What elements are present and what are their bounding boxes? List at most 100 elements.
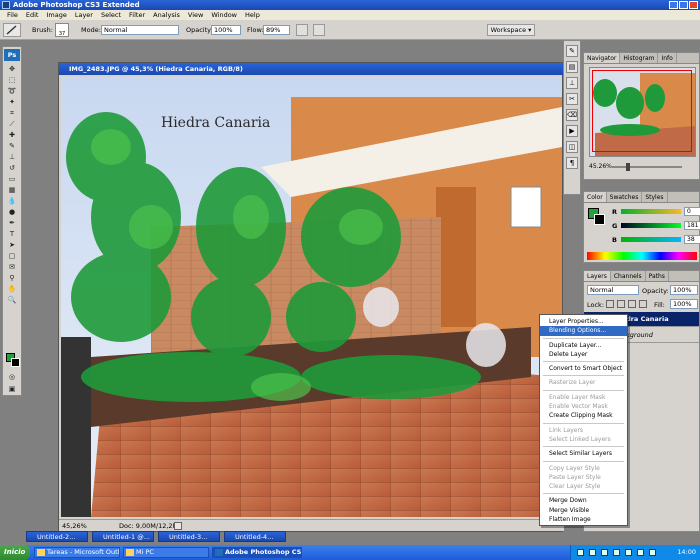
menu-item-flatten-image[interactable]: Flatten Image — [540, 515, 627, 524]
marquee-tool-icon[interactable]: ⬚ — [5, 75, 19, 85]
navigator-view-box[interactable] — [592, 70, 692, 152]
channel-r-slider[interactable] — [621, 209, 681, 214]
lock-position-icon[interactable] — [628, 300, 636, 308]
channel-b-slider[interactable] — [621, 237, 681, 242]
tab-histogram[interactable]: Histogram — [620, 53, 659, 63]
brushes-panel-icon[interactable]: ✎ — [566, 45, 578, 57]
menu-item-merge-down[interactable]: Merge Down — [540, 496, 627, 505]
document-title-bar[interactable]: IMG_2483.JPG @ 45,3% (Hiedra Canaria, RG… — [59, 63, 564, 75]
airbrush-icon[interactable] — [296, 24, 308, 36]
tray-icon-6[interactable] — [637, 549, 644, 556]
opacity-input[interactable]: 100% — [211, 25, 241, 35]
tab-paths[interactable]: Paths — [646, 271, 669, 281]
taskbar-button-outlook[interactable]: Tareas - Microsoft Outlook — [34, 547, 120, 558]
menu-help[interactable]: Help — [241, 11, 264, 19]
tray-icon-1[interactable] — [577, 549, 584, 556]
magic-wand-tool-icon[interactable]: ✦ — [5, 97, 19, 107]
navigator-zoom-slider[interactable] — [612, 163, 682, 171]
slice-tool-icon[interactable]: ⟋ — [5, 119, 19, 129]
tab-navigator[interactable]: Navigator — [584, 53, 621, 63]
menu-file[interactable]: File — [3, 11, 22, 19]
zoom-tool-icon[interactable]: 🔍 — [5, 295, 19, 305]
lasso-tool-icon[interactable]: ➰ — [5, 86, 19, 96]
menu-item-delete-layer[interactable]: Delete Layer — [540, 350, 627, 359]
color-spectrum-bar[interactable] — [587, 252, 697, 260]
menu-item-layer-properties[interactable]: Layer Properties... — [540, 317, 627, 326]
dodge-tool-icon[interactable]: ● — [5, 207, 19, 217]
taskbar-button-photoshop[interactable]: Adobe Photoshop CS3... — [212, 547, 302, 558]
paragraph-panel-icon[interactable]: ¶ — [566, 157, 578, 169]
image-canvas[interactable]: Hiedra Canaria — [61, 77, 562, 517]
menu-window[interactable]: Window — [207, 11, 241, 19]
notes-tool-icon[interactable]: ✉ — [5, 262, 19, 272]
fill-input[interactable]: 100% — [670, 299, 698, 309]
gradient-tool-icon[interactable]: ▦ — [5, 185, 19, 195]
maximize-button[interactable] — [679, 1, 688, 9]
move-tool-icon[interactable]: ✥ — [5, 64, 19, 74]
layer-comps-panel-icon[interactable]: ◫ — [566, 141, 578, 153]
menu-item-blending-options[interactable]: Blending Options... — [540, 326, 627, 336]
start-button[interactable]: Inicio — [0, 545, 30, 560]
eyedropper-tool-icon[interactable]: ⚲ — [5, 273, 19, 283]
minimized-doc-3[interactable]: Untitled-3... — [158, 531, 220, 542]
actions-panel-icon[interactable]: ▶ — [566, 125, 578, 137]
clone-stamp-tool-icon[interactable]: ⊥ — [5, 152, 19, 162]
tab-info[interactable]: Info — [658, 53, 677, 63]
path-selection-tool-icon[interactable]: ➤ — [5, 240, 19, 250]
slider-handle[interactable] — [626, 163, 630, 171]
quick-mask-icon[interactable]: ◎ — [5, 372, 19, 382]
eraser-tool-icon[interactable]: ▭ — [5, 174, 19, 184]
layer-opacity-input[interactable]: 100% — [670, 285, 698, 295]
workspace-button[interactable]: Workspace ▾ — [487, 24, 535, 36]
menu-view[interactable]: View — [184, 11, 207, 19]
tray-icon-4[interactable] — [613, 549, 620, 556]
background-color-swatch[interactable] — [11, 358, 20, 367]
tray-icon-2[interactable] — [589, 549, 596, 556]
menu-item-merge-visible[interactable]: Merge Visible — [540, 506, 627, 515]
lock-pixels-icon[interactable] — [617, 300, 625, 308]
healing-brush-tool-icon[interactable]: ✚ — [5, 130, 19, 140]
crop-tool-icon[interactable]: ⌗ — [5, 108, 19, 118]
menu-layer[interactable]: Layer — [71, 11, 97, 19]
flow-input[interactable]: 89% — [263, 25, 290, 35]
status-arrow-icon[interactable] — [174, 522, 182, 530]
type-tool-icon[interactable]: T — [5, 229, 19, 239]
menu-select[interactable]: Select — [97, 11, 125, 19]
hand-tool-icon[interactable]: ✋ — [5, 284, 19, 294]
menu-item-create-clipping-mask[interactable]: Create Clipping Mask — [540, 411, 627, 420]
pen-tool-icon[interactable]: ✒ — [5, 218, 19, 228]
tab-layers[interactable]: Layers — [584, 271, 611, 281]
tray-icon-5[interactable] — [625, 549, 632, 556]
tray-icon-7[interactable] — [649, 549, 656, 556]
navigator-zoom-value[interactable]: 45.26% — [589, 163, 612, 170]
minimized-doc-4[interactable]: Untitled-4... — [224, 531, 286, 542]
menu-item-duplicate-layer[interactable]: Duplicate Layer... — [540, 341, 627, 350]
tools-panel-icon[interactable]: ✂ — [566, 93, 578, 105]
history-panel-icon[interactable]: ⌫ — [566, 109, 578, 121]
layer-blend-mode-select[interactable]: Normal — [587, 285, 639, 295]
tab-swatches[interactable]: Swatches — [607, 192, 643, 202]
channel-r-input[interactable]: 0 — [684, 207, 700, 216]
clone-source-panel-icon[interactable]: ⊥ — [566, 77, 578, 89]
tab-channels[interactable]: Channels — [611, 271, 646, 281]
brush-panel-icon[interactable] — [313, 24, 325, 36]
navigator-thumbnail[interactable] — [589, 67, 696, 157]
brush-tool-icon[interactable]: ✎ — [5, 141, 19, 151]
tab-styles[interactable]: Styles — [642, 192, 668, 202]
channel-b-input[interactable]: 38 — [684, 235, 700, 244]
menu-image[interactable]: Image — [42, 11, 70, 19]
brush-tool-preset-picker[interactable] — [3, 23, 21, 37]
minimized-doc-2[interactable]: Untitled-1 @... — [92, 531, 154, 542]
channel-g-input[interactable]: 181 — [684, 221, 700, 230]
minimized-doc-1[interactable]: Untitled-2... — [26, 531, 88, 542]
history-brush-tool-icon[interactable]: ↺ — [5, 163, 19, 173]
brush-size-picker[interactable]: 37 — [55, 23, 69, 37]
lock-all-icon[interactable] — [639, 300, 647, 308]
mode-select[interactable]: Normal — [101, 25, 179, 35]
menu-filter[interactable]: Filter — [125, 11, 149, 19]
shape-tool-icon[interactable]: ▢ — [5, 251, 19, 261]
tab-color[interactable]: Color — [584, 192, 607, 202]
menu-item-select-similar-layers[interactable]: Select Similar Layers — [540, 449, 627, 458]
tool-presets-panel-icon[interactable]: ▤ — [566, 61, 578, 73]
color-panel-background-swatch[interactable] — [594, 214, 605, 225]
